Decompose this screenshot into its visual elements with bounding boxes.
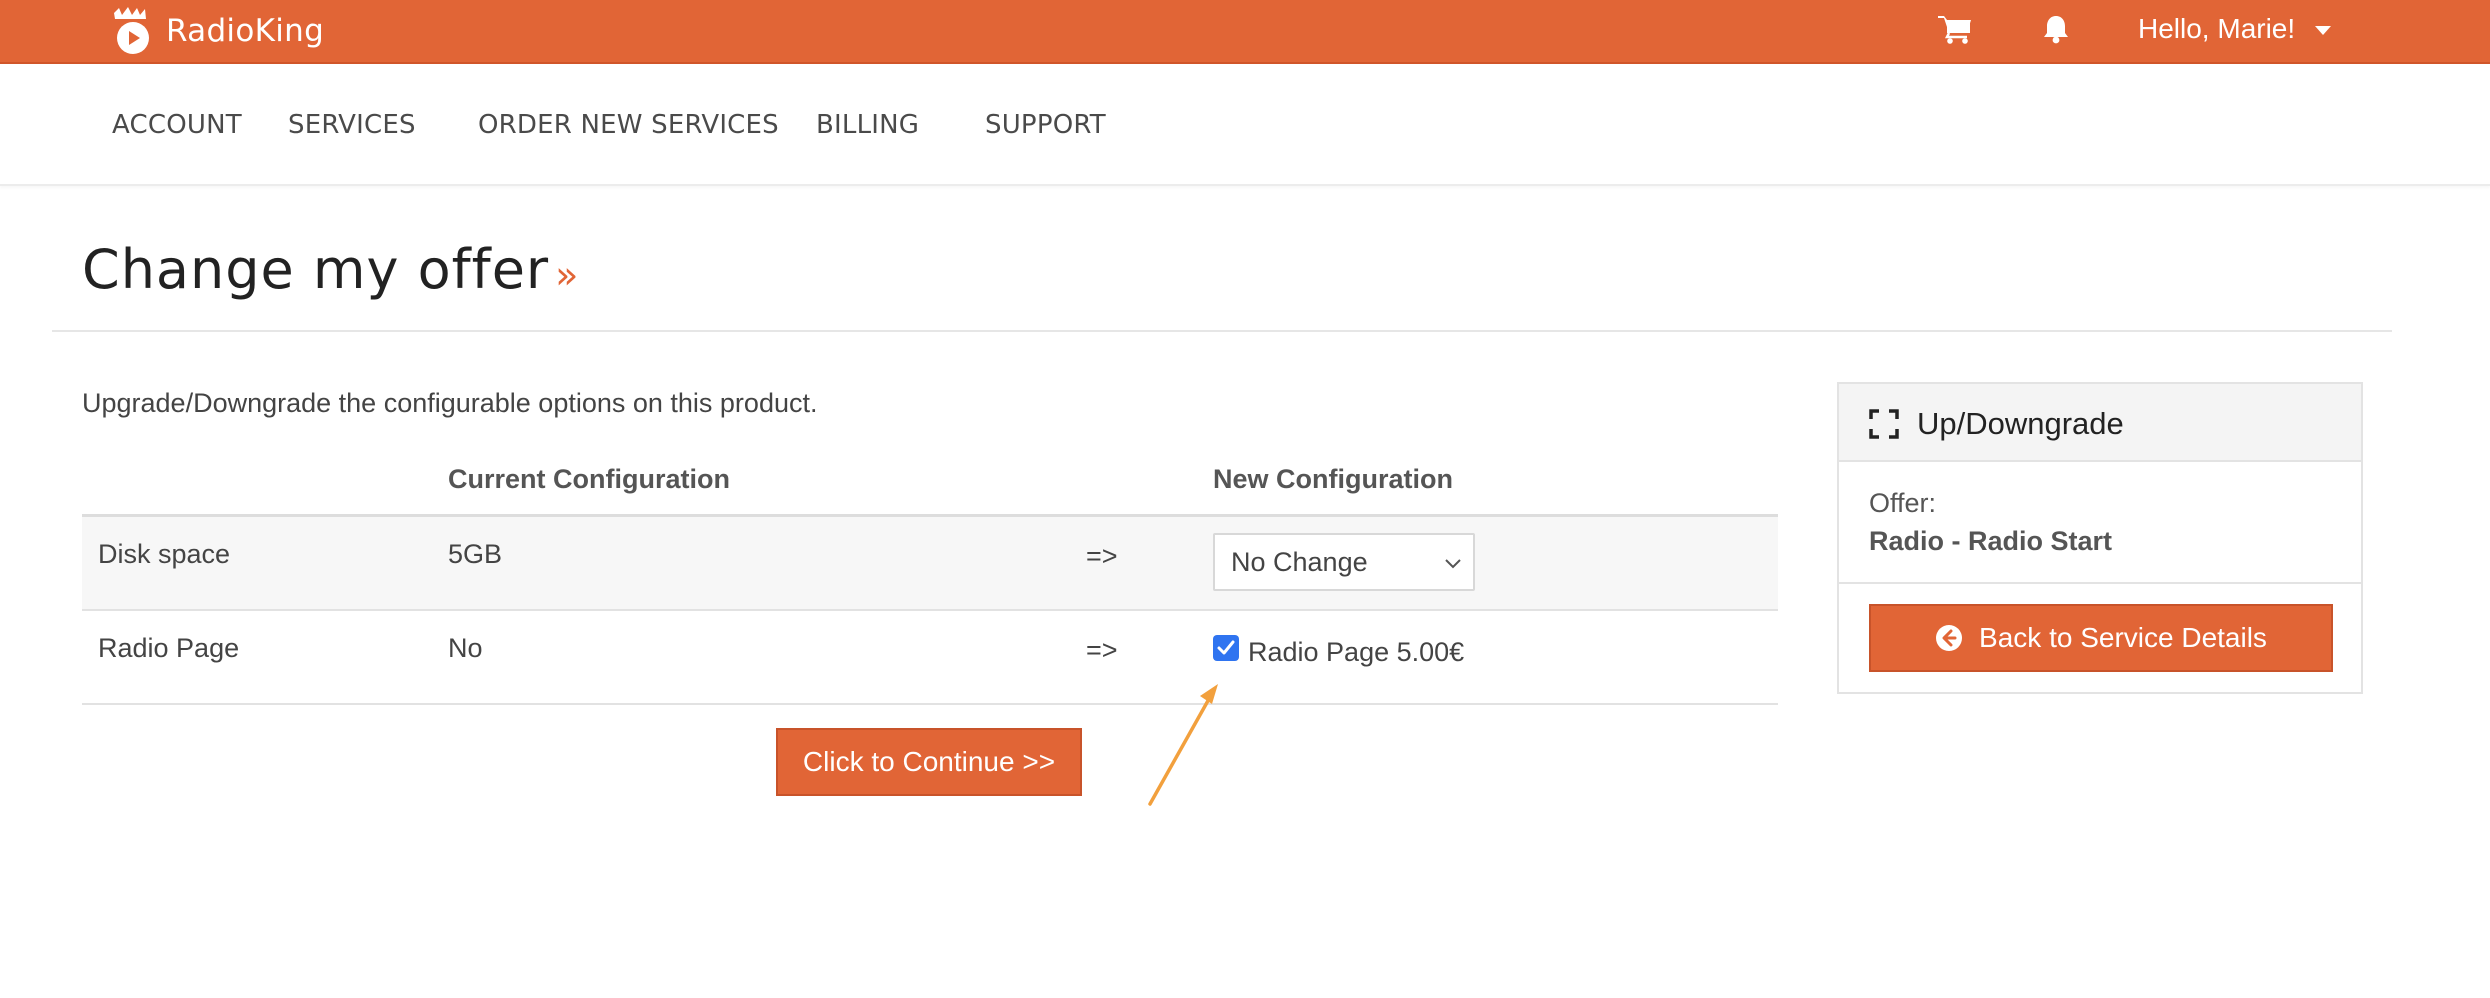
radioking-logo[interactable]: RadioKing [110, 0, 324, 62]
option-name: Radio Page [98, 633, 240, 663]
title-divider [52, 330, 2392, 332]
header-current-configuration: Current Configuration [448, 464, 730, 494]
arrow-indicator: => [1086, 541, 1118, 571]
arrow-indicator: => [1086, 635, 1118, 665]
current-value: No [448, 633, 483, 663]
offer-label: Offer: [1869, 488, 1937, 518]
intro-text: Upgrade/Downgrade the configurable optio… [82, 388, 818, 418]
disk-space-select[interactable]: No Change [1213, 533, 1475, 591]
nav-support[interactable]: SUPPORT [985, 110, 1106, 140]
panel-header: Up/Downgrade [1839, 384, 2361, 462]
caret-down-icon [2315, 26, 2332, 35]
user-menu[interactable]: Hello, Marie! [2138, 0, 2332, 58]
nav-account[interactable]: ACCOUNT [112, 110, 242, 140]
crown-play-icon [110, 5, 156, 57]
title-suffix: » [555, 253, 580, 297]
offer-value: Radio - Radio Start [1869, 526, 2113, 556]
user-greeting: Hello, Marie! [2138, 13, 2296, 44]
circle-arrow-left-icon [1935, 624, 1963, 652]
nav-order-new-services[interactable]: ORDER NEW SERVICES [478, 110, 779, 140]
notifications-button[interactable] [2042, 0, 2070, 58]
expand-icon [1869, 409, 1899, 439]
back-button-label: Back to Service Details [1979, 622, 2267, 653]
option-name: Disk space [98, 539, 231, 569]
continue-button[interactable]: Click to Continue >> [776, 728, 1082, 796]
panel-divider [1839, 582, 2361, 584]
cart-button[interactable] [1938, 0, 1972, 58]
header-new-configuration: New Configuration [1213, 464, 1453, 494]
nav-billing[interactable]: BILLING [816, 110, 919, 140]
table-row-radio-page: Radio Page No => Radio Page 5.00€ [82, 611, 1778, 705]
select-value: No Change [1231, 546, 1368, 577]
current-value: 5GB [448, 539, 503, 569]
page-title: Change my offer» [82, 238, 579, 301]
cart-icon [1938, 16, 1971, 44]
page-title-text: Change my offer [82, 238, 550, 301]
checkmark-icon [1217, 640, 1235, 655]
panel-title: Up/Downgrade [1917, 406, 2124, 441]
nav-services[interactable]: SERVICES [288, 110, 416, 140]
back-to-service-details-button[interactable]: Back to Service Details [1869, 604, 2333, 672]
brand-name: RadioKing [166, 13, 325, 49]
chevron-down-icon [1445, 559, 1461, 569]
top-bar: RadioKing Hello, Marie! [0, 0, 2490, 64]
table-row-disk-space: Disk space 5GB => No Change [82, 517, 1778, 611]
annotation-arrow-icon [1148, 684, 1218, 806]
bell-icon [2044, 16, 2068, 44]
updowngrade-panel: Up/Downgrade Offer: Radio - Radio Start … [1837, 382, 2363, 694]
main-nav: ACCOUNT SERVICES ORDER NEW SERVICES BILL… [0, 64, 2490, 186]
radio-page-checkbox[interactable] [1213, 635, 1239, 661]
radio-page-checkbox-label[interactable]: Radio Page 5.00€ [1248, 637, 1464, 668]
